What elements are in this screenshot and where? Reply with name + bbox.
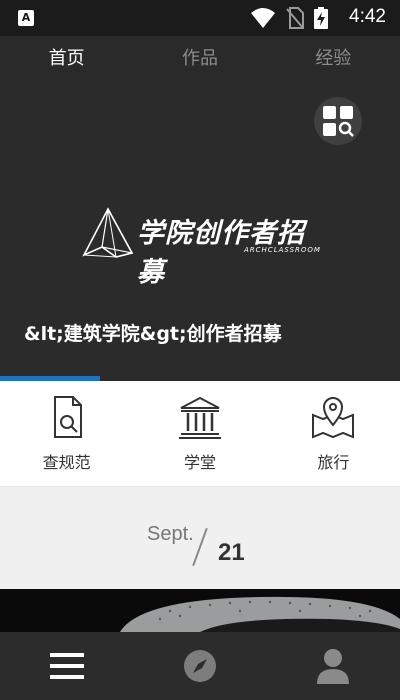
map-pin-icon: [312, 397, 355, 439]
status-bar: A 4:42: [0, 0, 400, 36]
category-search-button[interactable]: [314, 97, 362, 145]
date-day: 21: [218, 539, 245, 566]
tab-works[interactable]: 作品: [133, 36, 266, 81]
status-icons: [250, 7, 328, 29]
no-sim-icon: [286, 7, 304, 29]
document-search-icon: [53, 396, 82, 438]
recruitment-logo: 学院创作者招募 ARCHCLASSROOM: [80, 207, 325, 288]
banner-title: &lt;建筑学院&gt;创作者招募: [24, 323, 282, 345]
quick-nav-travel-label: 旅行: [317, 453, 350, 472]
wifi-icon: [251, 8, 275, 28]
date-divider: [192, 527, 208, 567]
battery-charging-icon: [314, 7, 328, 29]
quick-nav-school-label: 学堂: [183, 453, 216, 472]
app-notification-icon: A: [18, 10, 34, 26]
logo-subtitle: ARCHCLASSROOM: [244, 246, 321, 254]
date-header: Sept. 21: [0, 487, 400, 589]
bottom-nav: [0, 632, 400, 700]
date-month: Sept.: [147, 523, 194, 545]
quick-nav-school[interactable]: 学堂: [133, 381, 266, 486]
quick-nav: 查规范 学堂 旅行: [0, 381, 400, 487]
article-cover-image[interactable]: [0, 589, 400, 632]
user-icon: [317, 649, 350, 684]
quick-nav-travel[interactable]: 旅行: [267, 381, 400, 486]
tab-home[interactable]: 首页: [0, 36, 133, 81]
grid-search-icon: [323, 106, 354, 137]
quick-nav-standards-label: 查规范: [42, 453, 91, 472]
polygon-logo-icon: [82, 207, 134, 258]
menu-icon: [49, 653, 84, 679]
quick-nav-standards[interactable]: 查规范: [0, 381, 133, 486]
banner-carousel[interactable]: 学院创作者招募 ARCHCLASSROOM &lt;建筑学院&gt;创作者招募: [0, 81, 400, 381]
top-tab-bar: 首页 作品 经验: [0, 36, 400, 81]
tab-experience[interactable]: 经验: [267, 36, 400, 81]
bottom-nav-discover[interactable]: [133, 632, 266, 700]
compass-icon: [183, 650, 216, 682]
bottom-nav-profile[interactable]: [267, 632, 400, 700]
classical-building-icon: [178, 396, 221, 439]
bottom-nav-menu[interactable]: [0, 632, 133, 700]
architecture-photo: [0, 589, 400, 632]
clock-time: 4:42: [349, 6, 386, 27]
